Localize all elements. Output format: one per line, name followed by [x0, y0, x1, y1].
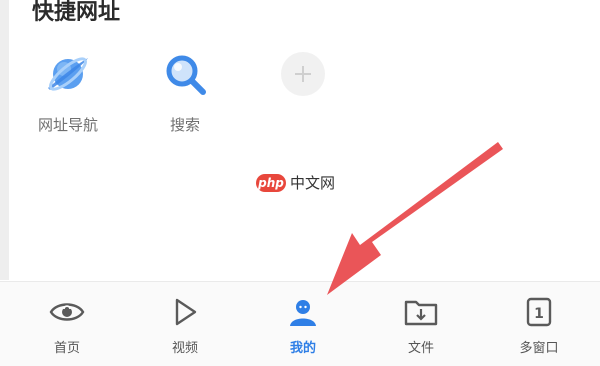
add-icon: [279, 50, 327, 98]
add-shortcut-button[interactable]: [258, 50, 348, 114]
tab-label: 多窗口: [519, 341, 559, 356]
watermark-logo: php: [256, 173, 286, 192]
watermark: php 中文网: [256, 172, 335, 193]
folder-icon: [404, 300, 438, 326]
shortcut-label: 网址导航: [37, 116, 98, 134]
user-icon: [290, 300, 316, 326]
tab-multi-window[interactable]: 1 多窗口: [494, 296, 584, 356]
quick-links-title: 快捷网址: [32, 0, 121, 25]
bottom-tab-bar: 首页 视频 我的 文件 1 多窗口: [0, 281, 600, 366]
play-icon: [175, 298, 197, 326]
shortcut-search[interactable]: 搜索: [140, 50, 230, 135]
window-count: 1: [534, 306, 544, 322]
tab-label: 我的: [289, 341, 316, 356]
planet-icon: [44, 50, 92, 98]
left-edge: [0, 0, 9, 280]
tab-label: 文件: [407, 341, 434, 356]
eye-icon: [49, 303, 85, 321]
tab-mine[interactable]: 我的: [258, 296, 348, 356]
watermark-text: 中文网: [290, 174, 336, 192]
tab-home[interactable]: 首页: [22, 296, 112, 356]
search-icon: [161, 50, 209, 98]
tab-files[interactable]: 文件: [376, 296, 466, 356]
shortcut-label: 搜索: [169, 116, 200, 134]
tab-video[interactable]: 视频: [140, 296, 230, 356]
tab-label: 首页: [53, 341, 80, 356]
tab-label: 视频: [171, 341, 198, 356]
window-count-icon: 1: [526, 297, 552, 327]
shortcut-site-nav[interactable]: 网址导航: [23, 50, 113, 135]
